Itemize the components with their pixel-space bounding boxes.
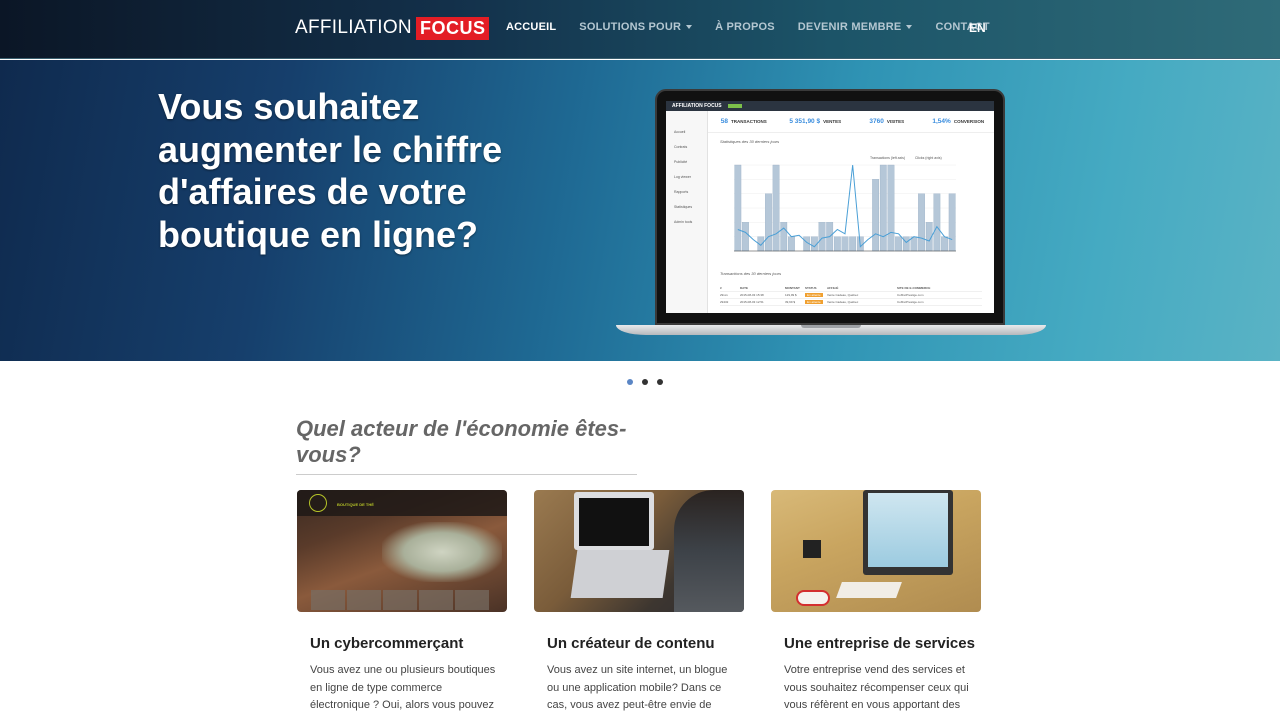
language-switch[interactable]: EN	[969, 21, 986, 35]
laptop-lid: AFFILIATION FOCUS Accueil Contrats Publi…	[655, 89, 1005, 325]
carousel-dot-2[interactable]	[642, 379, 648, 385]
laptop-notch	[801, 325, 861, 328]
chart-bar	[918, 193, 925, 252]
card-cybercommercant[interactable]: BOUTIQUE DE THÉ Un cybercommerçant Vous …	[297, 490, 507, 711]
nav-solutions-pour[interactable]: SOLUTIONS POUR	[579, 21, 693, 33]
chart-bar	[780, 222, 788, 252]
caret-down-icon	[686, 25, 693, 29]
image-imac-screen	[868, 493, 948, 567]
logo-text: AFFILIATION	[295, 17, 412, 38]
mockup-kpis: 58 TRANSACTIONS 5 351,90 $ VENTES 3760 VISI…	[708, 111, 994, 133]
caret-down-icon	[906, 25, 913, 29]
nav-label: SOLUTIONS POUR	[579, 21, 682, 33]
image-shop-label: BOUTIQUE DE THÉ	[337, 502, 374, 507]
chart-legend-item: Transactions (left axis)	[870, 156, 905, 160]
card-entreprise-de-services[interactable]: Une entreprise de services Votre entrepr…	[771, 490, 981, 711]
card-createur-de-contenu[interactable]: Un créateur de contenu Vous avez un site…	[534, 490, 744, 711]
carousel-indicators	[627, 379, 672, 385]
carousel-dot-3[interactable]	[657, 379, 663, 385]
laptop-mockup: AFFILIATION FOCUS Accueil Contrats Publi…	[616, 89, 1046, 339]
tea-leaves	[382, 522, 502, 582]
chart-bar	[902, 236, 910, 252]
navbar: AFFILIATION FOCUS ACCUEIL SOLUTIONS POUR…	[0, 0, 1280, 59]
mockup-main: 58 TRANSACTIONS 5 351,90 $ VENTES 3760 VISI…	[708, 111, 994, 313]
nav-label: À PROPOS	[715, 21, 775, 33]
chart-bar	[841, 236, 849, 252]
mockup-side-item: Publicité	[674, 160, 688, 164]
mockup-badge	[727, 104, 742, 108]
card-image-laptop[interactable]	[534, 490, 744, 612]
carousel-dot-1[interactable]	[627, 379, 633, 385]
card-title[interactable]: Un cybercommerçant	[310, 635, 463, 652]
nav-accueil[interactable]: ACCUEIL	[506, 21, 556, 33]
mockup-side-item: Contrats	[674, 145, 688, 149]
nav-a-propos[interactable]: À PROPOS	[715, 21, 775, 33]
image-laptop-screen	[579, 498, 649, 546]
card-text: Votre entreprise vend des services et vo…	[784, 664, 969, 711]
image-headphones	[796, 590, 830, 606]
chart-legend-item: Clicks (right axis)	[915, 156, 942, 160]
image-speaker	[803, 540, 821, 558]
mockup-table: # DATE MONTANT STATUS AFFILIÉ SITE DE E-COMME…	[720, 285, 982, 306]
nav-devenir-membre[interactable]: DEVENIR MEMBRE	[798, 21, 913, 33]
chart-bar	[772, 164, 780, 252]
mockup-side-item: Accueil	[674, 130, 686, 134]
chart-bar	[941, 236, 948, 252]
mockup-side-item: Statistiques	[674, 205, 693, 209]
image-tiles	[311, 590, 491, 610]
hero-carousel: Vous souhaitez augmenter le chiffre d'af…	[0, 60, 1280, 361]
card-title[interactable]: Une entreprise de services	[784, 635, 975, 652]
mockup-table-header: # DATE MONTANT STATUS AFFILIÉ SITE DE E-COMME…	[720, 285, 982, 292]
mockup-topbar: AFFILIATION FOCUS	[666, 101, 994, 111]
chart-bar	[895, 236, 902, 252]
mockup-side-item: Admin tools	[674, 220, 693, 224]
card-image-desk[interactable]	[771, 490, 981, 612]
kpi-transactions: 58 TRANSACTIONS	[720, 118, 767, 125]
chart-bar	[887, 164, 895, 252]
section-title: Quel acteur de l'économie êtes-vous?	[296, 416, 637, 475]
mockup-side-item: Log viewer	[674, 175, 691, 179]
mockup-sidebar: Accueil Contrats Publicité Log viewer Ra…	[666, 111, 708, 313]
image-topbar	[297, 490, 507, 516]
kpi-ventes: 5 351,90 $ VENTES	[789, 118, 842, 125]
shop-logo-icon	[309, 494, 327, 512]
nav-label: DEVENIR MEMBRE	[797, 21, 902, 33]
chart-bar	[833, 236, 841, 252]
mockup-side-item: Rapports	[674, 190, 689, 194]
image-person	[674, 490, 744, 612]
chart-bar	[933, 193, 941, 252]
card-text: Vous avez une ou plusieurs boutiques en …	[310, 664, 496, 711]
image-keyboard	[570, 550, 670, 598]
main-nav: ACCUEIL SOLUTIONS POUR À PROPOS DEVENIR …	[506, 21, 1013, 33]
chart-bar	[849, 236, 857, 252]
kpi-visites: 3760 VISITES	[869, 118, 905, 125]
logo[interactable]: AFFILIATION FOCUS	[295, 16, 490, 40]
mockup-logo: AFFILIATION FOCUS	[672, 103, 722, 109]
chart-bar	[765, 193, 772, 252]
card-text: Vous avez un site internet, un blogue ou…	[547, 664, 728, 711]
chart-bar	[948, 193, 956, 252]
card-image-tea-shop[interactable]: BOUTIQUE DE THÉ	[297, 490, 507, 612]
laptop-screen: AFFILIATION FOCUS Accueil Contrats Publi…	[666, 101, 994, 313]
mockup-table-title: Transactions des 30 derniers jours	[720, 271, 782, 276]
card-title[interactable]: Un créateur de contenu	[547, 635, 715, 652]
mockup-chart-title: Statistiques des 30 derniers jours	[720, 139, 780, 144]
hero-title: Vous souhaitez augmenter le chiffre d'af…	[158, 86, 503, 255]
logo-focus-badge: FOCUS	[415, 16, 490, 40]
kpi-conversion: 1,54% CONVERSION	[932, 118, 985, 125]
mockup-chart: Transactions (left axis) Clicks (right ax…	[734, 156, 956, 252]
chart-bar	[879, 164, 887, 252]
chart-bar	[818, 222, 826, 252]
image-keyboard	[836, 582, 902, 598]
chart-bar	[872, 179, 879, 252]
nav-label: ACCUEIL	[506, 21, 557, 33]
mockup-table-row: 29432 2015-08-03 12:51 39,99 $ En attente Ve…	[720, 299, 982, 306]
mockup-table-row: 29xxx 2015-08-03 15:38 129,99 $ En attente V…	[720, 292, 982, 299]
chart-bar	[734, 164, 742, 252]
chart-bar	[742, 222, 749, 252]
chart-bar	[788, 236, 795, 252]
